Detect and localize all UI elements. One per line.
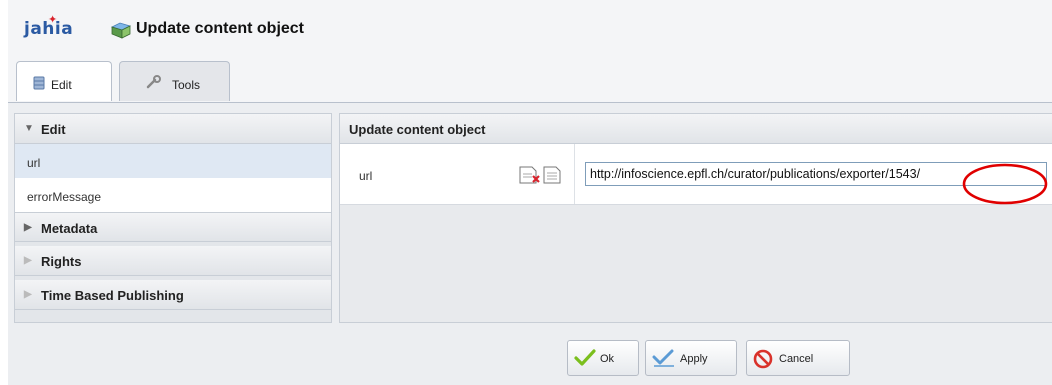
sidebar-item-label: url — [27, 156, 41, 170]
sidebar-item-label: errorMessage — [27, 190, 102, 204]
document-remove-icon[interactable] — [519, 166, 540, 184]
main-panel: Update content object url http://infosci… — [339, 113, 1052, 323]
logo-accent-icon: ✦ — [48, 13, 58, 26]
section-rights[interactable]: ▶ Rights — [15, 246, 331, 276]
section-label: Time Based Publishing — [41, 288, 184, 303]
sidebar-item-url[interactable]: url — [15, 144, 331, 178]
cancel-icon — [753, 349, 773, 369]
triangle-right-icon: ▶ — [24, 222, 32, 233]
ok-label: Ok — [600, 353, 615, 365]
content-object-icon — [110, 22, 132, 39]
panel-title: Update content object — [349, 122, 486, 137]
cancel-label: Cancel — [779, 353, 814, 365]
tab-tools-label: Tools — [172, 78, 201, 92]
column-divider — [574, 144, 575, 204]
sidebar: ▼ Edit url errorMessage ▶ Metadata ▶ Rig… — [14, 113, 332, 323]
section-time-based-publishing[interactable]: ▶ Time Based Publishing — [15, 280, 331, 310]
triangle-right-icon: ▶ — [24, 255, 32, 266]
tab-tools[interactable]: Tools — [119, 61, 230, 101]
check-underline-icon — [652, 349, 674, 367]
jahia-logo: jahia ✦ — [24, 13, 73, 39]
tab-edit-label: Edit — [51, 78, 72, 92]
wrench-icon — [146, 75, 161, 89]
button-bar: Ok Apply Cancel — [8, 325, 1052, 385]
section-metadata[interactable]: ▶ Metadata — [15, 212, 331, 242]
field-row-url: url http://infoscience.epfl.ch/curator/p… — [340, 144, 1052, 205]
panel-header: Update content object — [340, 114, 1052, 144]
triangle-down-icon: ▼ — [24, 123, 34, 134]
annotation-circle — [962, 163, 1048, 205]
document-icon[interactable] — [543, 166, 561, 184]
cancel-button[interactable]: Cancel — [746, 340, 850, 376]
sidebar-item-errormessage[interactable]: errorMessage — [15, 178, 331, 212]
section-edit[interactable]: ▼ Edit — [15, 114, 331, 144]
tab-edit[interactable]: Edit — [16, 61, 112, 101]
database-icon — [33, 76, 45, 90]
section-label: Rights — [41, 254, 82, 269]
dialog-header: jahia ✦ Update content object — [8, 0, 1052, 55]
apply-button[interactable]: Apply — [645, 340, 737, 376]
field-state-icons — [519, 166, 561, 184]
dialog-title: Update content object — [136, 20, 305, 37]
check-icon — [574, 349, 596, 366]
triangle-right-icon: ▶ — [24, 289, 32, 300]
section-label: Metadata — [41, 221, 98, 236]
tab-bar: Edit Tools — [8, 55, 1052, 102]
ok-button[interactable]: Ok — [567, 340, 639, 376]
section-label: Edit — [41, 122, 66, 137]
apply-label: Apply — [680, 353, 708, 365]
field-label: url — [359, 169, 373, 183]
